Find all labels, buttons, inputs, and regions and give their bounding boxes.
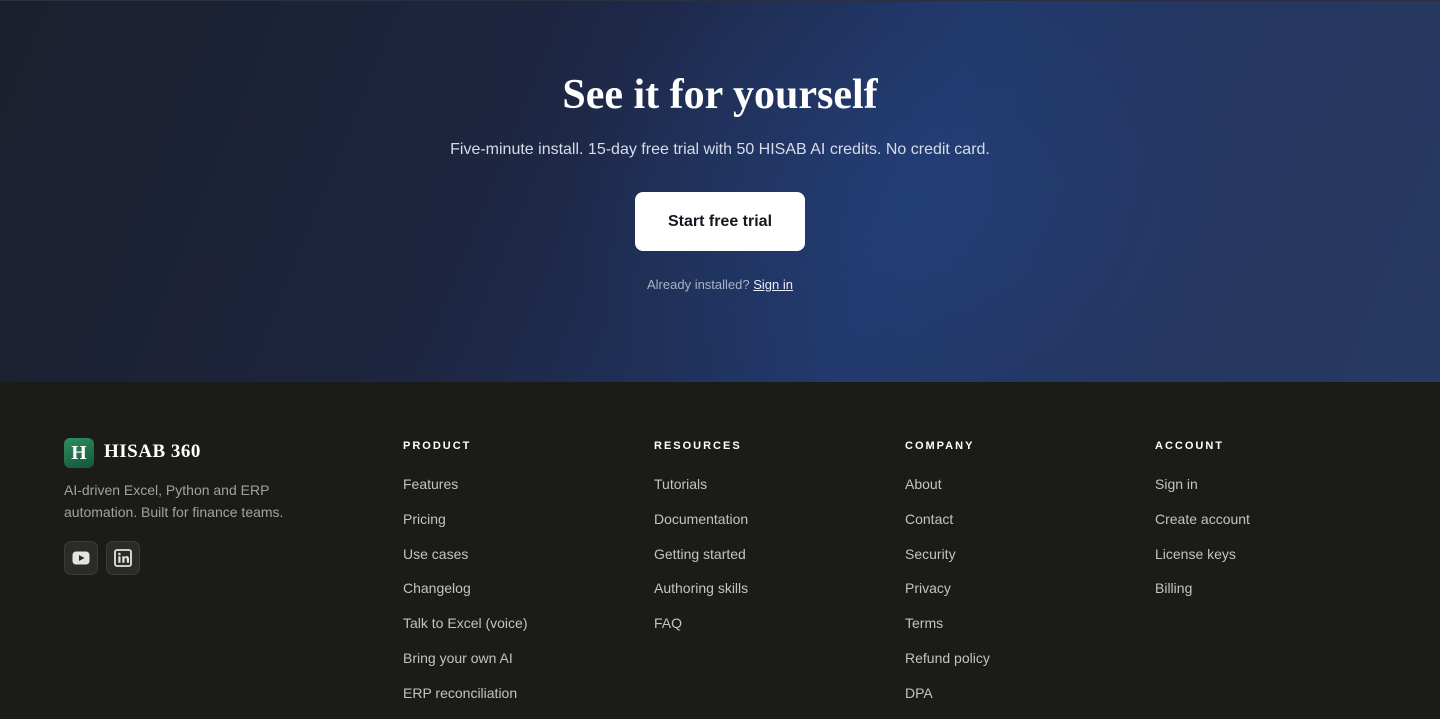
already-installed-text: Already installed? — [647, 277, 750, 292]
footer-link-contact[interactable]: Contact — [905, 511, 953, 527]
footer-link-changelog[interactable]: Changelog — [403, 580, 471, 596]
footer-link-about[interactable]: About — [905, 476, 942, 492]
footer-link-refund-policy[interactable]: Refund policy — [905, 650, 990, 666]
start-free-trial-button[interactable]: Start free trial — [635, 192, 805, 251]
brand-logo-icon[interactable]: H — [64, 438, 94, 468]
footer-column-product: PRODUCT Features Pricing Use cases Chang… — [403, 439, 527, 719]
hero-subtitle: Five-minute install. 15-day free trial w… — [450, 141, 990, 158]
footer-link-faq[interactable]: FAQ — [654, 615, 682, 631]
brand-name[interactable]: HISAB 360 — [104, 440, 201, 464]
footer-link-terms[interactable]: Terms — [905, 615, 943, 631]
already-installed-line: Already installed? Sign in — [0, 277, 1440, 293]
footer-column-company: COMPANY About Contact Security Privacy T… — [905, 439, 990, 719]
footer-link-features[interactable]: Features — [403, 476, 458, 492]
footer-link-erp-reconciliation[interactable]: ERP reconciliation — [403, 685, 517, 701]
hero-title: See it for yourself — [562, 72, 878, 118]
footer-link-use-cases[interactable]: Use cases — [403, 546, 468, 562]
hero-background-glow — [560, 1, 1260, 382]
youtube-icon — [72, 551, 90, 565]
footer-link-sign-in[interactable]: Sign in — [1155, 476, 1198, 492]
footer-heading-company: COMPANY — [905, 440, 975, 452]
footer-link-bring-your-own-ai[interactable]: Bring your own AI — [403, 650, 513, 666]
youtube-link[interactable] — [64, 541, 98, 575]
footer-column-account: ACCOUNT Sign in Create account License k… — [1155, 439, 1250, 614]
footer-link-billing[interactable]: Billing — [1155, 580, 1192, 596]
footer-heading-account: ACCOUNT — [1155, 440, 1224, 452]
footer-link-pricing[interactable]: Pricing — [403, 511, 446, 527]
footer-link-dpa[interactable]: DPA — [905, 685, 933, 701]
footer-link-privacy[interactable]: Privacy — [905, 580, 951, 596]
footer-link-talk-to-excel[interactable]: Talk to Excel (voice) — [403, 615, 527, 631]
hero-sign-in-link[interactable]: Sign in — [753, 277, 793, 292]
linkedin-link[interactable] — [106, 541, 140, 575]
footer-link-tutorials[interactable]: Tutorials — [654, 476, 707, 492]
linkedin-icon — [114, 549, 132, 567]
footer-heading-resources: RESOURCES — [654, 440, 742, 452]
footer-link-documentation[interactable]: Documentation — [654, 511, 748, 527]
footer-link-create-account[interactable]: Create account — [1155, 511, 1250, 527]
footer-link-security[interactable]: Security — [905, 546, 956, 562]
site-footer: H HISAB 360 AI-driven Excel, Python and … — [0, 382, 1440, 715]
footer-link-getting-started[interactable]: Getting started — [654, 546, 746, 562]
cta-hero-section: See it for yourself Five-minute install.… — [0, 0, 1440, 382]
brand-tagline: AI-driven Excel, Python and ERP automati… — [64, 482, 284, 520]
footer-link-authoring-skills[interactable]: Authoring skills — [654, 580, 748, 596]
footer-link-license-keys[interactable]: License keys — [1155, 546, 1236, 562]
footer-heading-product: PRODUCT — [403, 440, 472, 452]
footer-column-resources: RESOURCES Tutorials Documentation Gettin… — [654, 439, 748, 649]
